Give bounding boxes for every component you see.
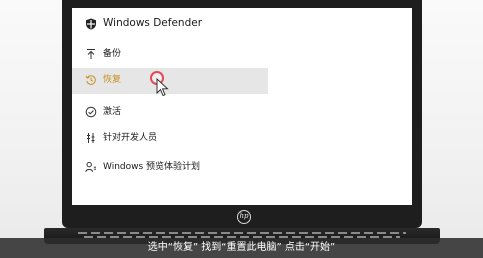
tutorial-caption: 选中“恢复” 找到“重置此电脑” 点击“开始” <box>0 238 483 258</box>
hp-logo: hp <box>237 210 251 224</box>
mouse-cursor-icon <box>156 78 169 97</box>
nav-item-label: 激活 <box>103 107 122 117</box>
nav-item-label: 针对开发人员 <box>103 133 158 143</box>
nav-item-activation[interactable]: 激活 <box>72 100 412 126</box>
nav-item-label: Windows 预览体验计划 <box>103 162 201 172</box>
recovery-history-icon <box>84 73 98 87</box>
nav-item-label: 备份 <box>103 49 122 59</box>
nav-item-label: 恢复 <box>103 75 122 85</box>
nav-item-recovery[interactable]: 恢复 <box>72 68 268 94</box>
shield-icon <box>84 17 98 31</box>
backup-arrow-icon <box>84 47 98 61</box>
insider-people-icon <box>84 160 98 174</box>
nav-item-label: Windows Defender <box>103 17 203 29</box>
settings-window: Windows Defender 备份 恢复 激活 针对开发人员 Windows… <box>72 8 412 205</box>
keyboard-row <box>78 232 406 234</box>
developer-tools-icon <box>84 131 98 145</box>
nav-item-windows-defender[interactable]: Windows Defender <box>72 12 412 38</box>
laptop-screen-bezel: Windows Defender 备份 恢复 激活 针对开发人员 Windows… <box>62 0 422 228</box>
nav-item-developers[interactable]: 针对开发人员 <box>72 126 412 152</box>
nav-item-insider-program[interactable]: Windows 预览体验计划 <box>72 155 412 181</box>
nav-item-backup[interactable]: 备份 <box>72 42 412 68</box>
activation-check-icon <box>84 105 98 119</box>
